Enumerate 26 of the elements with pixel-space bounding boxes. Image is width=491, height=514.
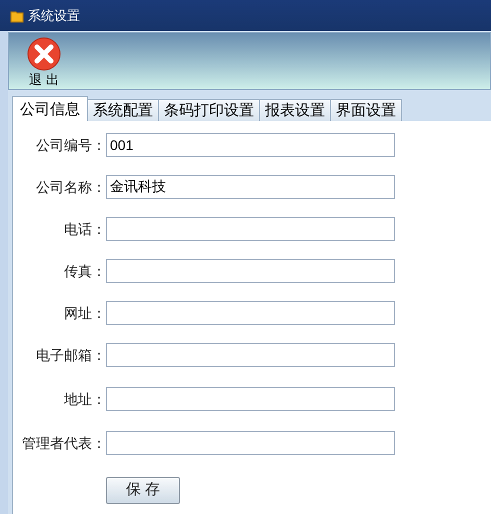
tab[interactable]: 系统配置: [87, 99, 159, 121]
field-label: 电子邮箱：: [35, 346, 106, 364]
field-label: 传真：: [63, 262, 106, 280]
field-label: 管理者代表：: [21, 434, 106, 452]
tab[interactable]: 报表设置: [259, 99, 331, 121]
close-icon: [27, 36, 61, 70]
input-field[interactable]: [106, 301, 395, 325]
input-field[interactable]: [106, 217, 395, 241]
window-title: 系统设置: [28, 6, 80, 25]
exit-button[interactable]: 退 出: [27, 36, 61, 86]
input-field[interactable]: [106, 343, 395, 367]
tab[interactable]: 条码打印设置: [158, 99, 260, 121]
field-label: 公司编号：: [35, 136, 106, 154]
input-field[interactable]: [106, 431, 395, 455]
input-field[interactable]: [106, 259, 395, 283]
field-label: 公司名称：: [35, 178, 106, 196]
field-label: 网址：: [63, 304, 106, 322]
input-field[interactable]: 金讯科技: [106, 175, 395, 199]
field-label: 地址：: [63, 390, 106, 408]
input-field[interactable]: [106, 387, 395, 411]
field-label: 电话：: [63, 220, 106, 238]
save-button[interactable]: 保 存: [106, 477, 180, 504]
tab[interactable]: 公司信息: [12, 96, 88, 121]
folder-icon: [10, 8, 24, 22]
tab[interactable]: 界面设置: [330, 99, 402, 121]
input-field[interactable]: 001: [106, 133, 395, 157]
